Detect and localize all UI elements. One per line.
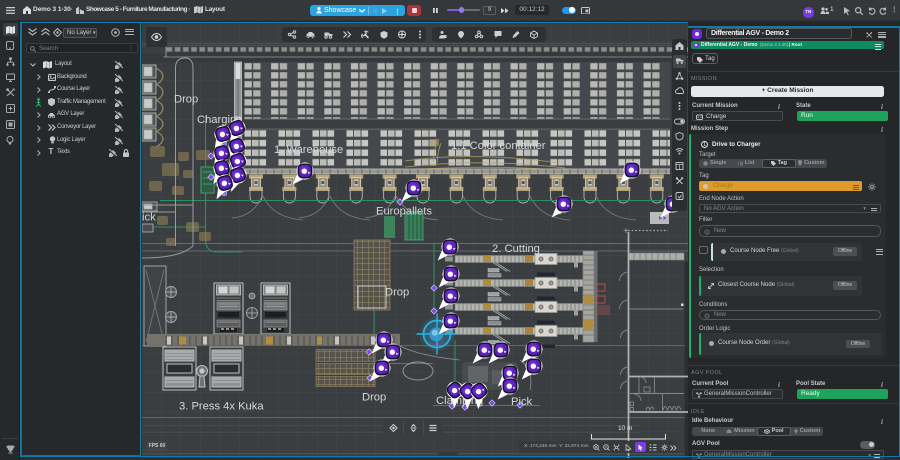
svg-text:2. Cutting: 2. Cutting <box>492 243 540 255</box>
svg-text:ick: ick <box>142 212 156 224</box>
svg-text:Pick: Pick <box>511 396 533 408</box>
svg-text:Drop: Drop <box>174 94 198 106</box>
svg-text:1. Warehouse: 1. Warehouse <box>274 144 343 156</box>
svg-text:Europallets: Europallets <box>376 206 432 218</box>
svg-text:Drop: Drop <box>385 287 409 299</box>
svg-text:1.1 Color container: 1.1 Color container <box>451 140 546 152</box>
svg-text:3. Press 4x Kuka: 3. Press 4x Kuka <box>179 401 264 413</box>
svg-text:Drop: Drop <box>362 392 386 404</box>
